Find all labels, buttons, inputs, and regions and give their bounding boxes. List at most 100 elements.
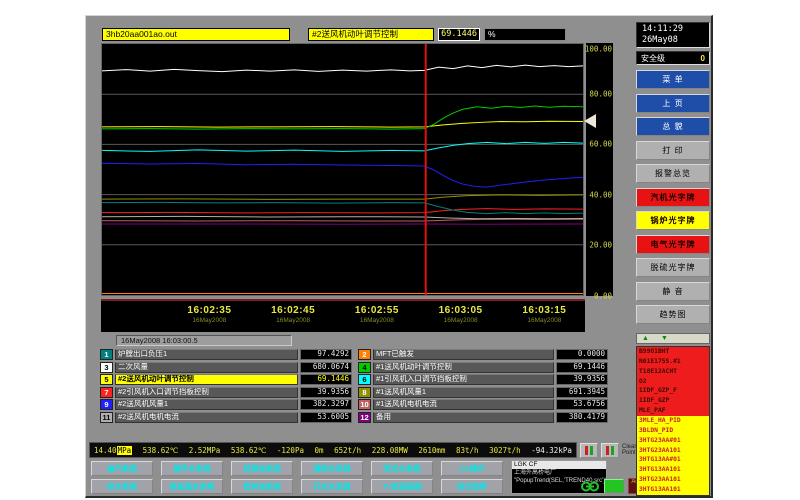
alarm-list-item[interactable]: 3HTG23AA101 [637, 475, 709, 485]
legend-row[interactable]: 3二次风量680.0674 [100, 362, 352, 373]
legend-pen-chip: 8 [358, 387, 371, 398]
legend-row[interactable]: 12备用380.4179 [358, 412, 608, 423]
alarm-list-item[interactable]: 3MLE_HA_PID [637, 416, 709, 426]
legend-row[interactable]: 5#2送风机动叶调节控制69.1446 [100, 374, 352, 385]
legend-row[interactable]: 10#1送风机电机电流53.6756 [358, 399, 608, 410]
time-axis-tick: 16:03:0516May2008 [439, 305, 483, 324]
trend-line-pen11-fan2-current [102, 216, 583, 218]
sidebar-button[interactable]: 电气光字牌 [636, 235, 710, 254]
nav-button[interactable]: 润滑油系统 [231, 461, 293, 476]
safety-label: 安全级 [641, 53, 665, 64]
legend-row[interactable]: 2MFT已触发0.0000 [358, 349, 608, 360]
y-axis-label: 0.00 [594, 292, 612, 301]
trend-title-field[interactable]: #2送风机动叶调节控制 [308, 28, 434, 41]
legend-pen-value: 382.3297 [300, 399, 352, 410]
legend-row[interactable]: 11#2送风机电机电流53.6005 [100, 412, 352, 423]
legend-pen-name: #2引风机入口调节挡板控制 [115, 387, 298, 398]
sidebar-button[interactable]: 锅炉光字牌 [636, 211, 710, 230]
status-unit-highlight: MPa [117, 446, 133, 455]
nav-button[interactable]: 综合趋势 [441, 479, 503, 494]
legend-pen-chip: 3 [100, 362, 113, 373]
legend-pen-value: 39.9356 [556, 374, 608, 385]
time-axis-tick: 16:02:3516May2008 [187, 305, 231, 324]
status-value: 14.40MPa [94, 446, 132, 455]
legend-pen-name: MFT已触发 [373, 349, 554, 360]
alarm-list-item[interactable]: 3HTG13AA101 [637, 465, 709, 475]
sidebar-button[interactable]: 总 貌 [636, 117, 710, 136]
nav-button[interactable]: 密封油系统 [231, 479, 293, 494]
alarm-list-item[interactable]: 3BLDN_PID [637, 426, 709, 436]
legend-pen-chip: 2 [358, 349, 371, 360]
legend-pen-value: 97.4292 [300, 349, 352, 360]
scroll-down-icon[interactable]: ▼ [661, 335, 668, 342]
scroll-up-icon[interactable]: ▲ [642, 335, 649, 342]
sidebar-button[interactable]: 静 音 [636, 282, 710, 301]
time-axis-tick: 16:02:4516May2008 [271, 305, 315, 324]
link-icon[interactable] [580, 479, 600, 494]
time-label: 16:02:35 [187, 305, 231, 316]
sidebar-button[interactable]: 报警总览 [636, 164, 710, 183]
nav-button[interactable]: CC操作 [441, 461, 503, 476]
sidebar-button[interactable]: 菜 单 [636, 70, 710, 89]
clock-date: 26May08 [642, 35, 704, 46]
trend-line-pen10-fan1-current [102, 219, 583, 221]
legend-pen-name: #1送风机动叶调节控制 [373, 362, 554, 373]
alarm-list-item[interactable]: T18E12ACHT [637, 367, 709, 377]
alarm-list-item[interactable]: O2 [637, 377, 709, 387]
nav-row-2: 给水系统高加疏水系统密封油系统开式水系统 TV监视画面综合趋势 [91, 479, 503, 494]
status-value: 652t/h [334, 446, 361, 455]
nav-button[interactable]: 开式水系统 [301, 479, 363, 494]
nav-button[interactable]: TV监视画面 [371, 479, 433, 494]
nav-button[interactable]: 闭式水系统 [371, 461, 433, 476]
pen-indicator-button[interactable] [601, 443, 619, 458]
alarm-list-item[interactable]: 3HTG23AA101 [637, 446, 709, 456]
alarm-list-item[interactable]: 3HTG13AA101 [637, 485, 709, 495]
nav-button[interactable]: 抽汽系统 [91, 461, 153, 476]
legend-pen-value: 53.6756 [556, 399, 608, 410]
alarm-list-item[interactable]: 3HTG23AA#01 [637, 436, 709, 446]
legend-pen-name: 炉膛出口负压1 [115, 349, 298, 360]
legend-pen-name: 备用 [373, 412, 554, 423]
legend-row[interactable]: 9#2送风机风量1382.3297 [100, 399, 352, 410]
alarm-list-item[interactable]: 3HTG13AA#01 [637, 455, 709, 465]
time-axis: 16:02:3516May200816:02:4516May200816:02:… [101, 299, 585, 332]
trend-tag-field[interactable]: 3hb20aa001ao.out [102, 28, 290, 41]
alarm-list-item[interactable]: N01E175S.#1 [637, 357, 709, 367]
status-value: 228.08MW [372, 446, 408, 455]
sidebar-button[interactable]: 脱硫光字牌 [636, 258, 710, 277]
alarm-list-item[interactable]: B99O1BHT [637, 347, 709, 357]
legend-row[interactable]: 6#1引风机入口调节挡板控制39.9356 [358, 374, 608, 385]
trend-line-pen3-secondary-air [102, 65, 583, 72]
status-value: -94.32kPa [531, 446, 572, 455]
time-label: 16:03:15 [522, 305, 566, 316]
alarm-list-item[interactable]: MLE_PAF [637, 406, 709, 416]
trend-line-pen8-fan1-flow [102, 195, 583, 200]
nav-button[interactable]: 凝结水系统 [301, 461, 363, 476]
legend-pen-value: 0.0000 [556, 349, 608, 360]
nav-button[interactable]: 循环水系统 [161, 461, 223, 476]
legend-row[interactable]: 8#1送风机风量1691.3945 [358, 387, 608, 398]
y-axis-label: 60.00 [589, 140, 612, 149]
alarm-list-item[interactable]: 1IDF_GZP_F [637, 386, 709, 396]
date-label: 16May2008 [355, 317, 399, 324]
time-axis-tick: 16:02:5516May2008 [355, 305, 399, 324]
alarm-list-item[interactable]: 1IDF_GZP [637, 396, 709, 406]
nav-row-1: 抽汽系统循环水系统润滑油系统凝结水系统闭式水系统 CC操作 [91, 461, 503, 476]
screen-button[interactable] [604, 479, 624, 493]
legend-pen-value: 53.6005 [300, 412, 352, 423]
y-axis-label: 100.00 [585, 45, 612, 54]
nav-button[interactable]: 高加疏水系统 [161, 479, 223, 494]
legend-row[interactable]: 1炉膛出口负压197.4292 [100, 349, 352, 360]
sidebar-button[interactable]: 趋势图 [636, 305, 710, 324]
trend-chart[interactable] [101, 43, 584, 296]
nav-button[interactable]: 给水系统 [91, 479, 153, 494]
legend-row[interactable]: 7#2引风机入口调节挡板控制39.9356 [100, 387, 352, 398]
sidebar-button[interactable]: 汽机光字牌 [636, 188, 710, 207]
legend-pen-chip: 5 [100, 374, 113, 385]
sidebar-button[interactable]: 上 页 [636, 94, 710, 113]
sidebar-button[interactable]: 打 印 [636, 141, 710, 160]
pen-indicator-button[interactable] [580, 443, 598, 458]
status-value: 538.62℃ [231, 446, 267, 455]
date-label: 16May2008 [522, 317, 566, 324]
legend-row[interactable]: 4#1送风机动叶调节控制69.1446 [358, 362, 608, 373]
